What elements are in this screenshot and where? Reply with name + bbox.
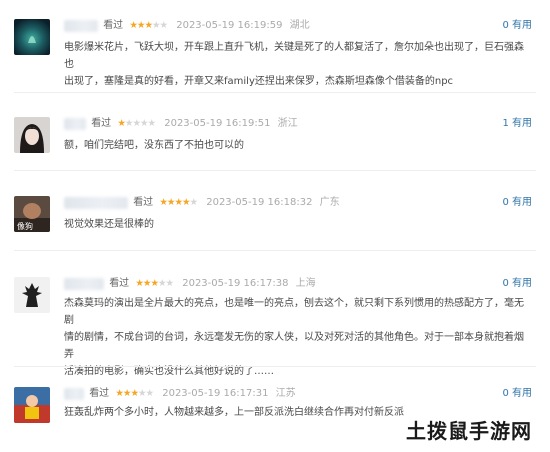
star-empty-icon: ★ bbox=[165, 278, 174, 289]
star-filled-icon: ★ bbox=[135, 278, 143, 289]
watched-label: 看过 bbox=[133, 197, 154, 208]
review-region: 广东 bbox=[319, 197, 340, 208]
useful-vote-link[interactable]: 0 有用 bbox=[502, 277, 532, 291]
rating-stars: ★★★★★ bbox=[135, 278, 174, 289]
review-text: 额，咱们完结吧，没东西了不拍也可以的 bbox=[64, 137, 530, 154]
star-empty-icon: ★ bbox=[189, 197, 198, 208]
star-filled-icon: ★ bbox=[181, 197, 190, 208]
review-region: 浙江 bbox=[277, 118, 298, 129]
review-text-line: 出现了，塞隆是真的好看，开章又来family还捏出来保罗，杰森斯坦森像个借装备的… bbox=[64, 76, 454, 87]
star-empty-icon: ★ bbox=[151, 20, 160, 31]
review-text-line: 杰森莫玛的演出是全片最大的亮点，也是唯一的亮点，刨去这个，就只剩下系列惯用的热感… bbox=[64, 298, 524, 326]
star-filled-icon: ★ bbox=[115, 388, 123, 399]
review-text: 杰森莫玛的演出是全片最大的亮点，也是唯一的亮点，刨去这个，就只剩下系列惯用的热感… bbox=[64, 295, 530, 380]
review-time: 2023-05-19 16:18:32 bbox=[206, 197, 313, 208]
review-time: 2023-05-19 16:17:31 bbox=[162, 388, 269, 399]
useful-vote-link[interactable]: 0 有用 bbox=[502, 19, 532, 33]
username-blurred[interactable] bbox=[64, 388, 84, 400]
review-region: 江苏 bbox=[275, 388, 296, 399]
avatar-image: 像狗 bbox=[14, 196, 50, 232]
useful-vote-link[interactable]: 0 有用 bbox=[502, 196, 532, 210]
avatar-image bbox=[14, 19, 50, 55]
review-text-line: 视觉效果还是很棒的 bbox=[64, 219, 154, 230]
username-blurred[interactable] bbox=[64, 118, 86, 130]
review-meta: 看过 ★★★★★ 2023-05-19 16:17:38 上海 bbox=[64, 277, 316, 291]
star-empty-icon: ★ bbox=[132, 118, 140, 129]
star-empty-icon: ★ bbox=[157, 278, 166, 289]
star-empty-icon: ★ bbox=[147, 118, 156, 129]
review-meta: 看过 ★★★★★ 2023-05-19 16:19:59 湖北 bbox=[64, 19, 310, 33]
avatar-image bbox=[14, 387, 50, 423]
avatar[interactable] bbox=[14, 277, 50, 313]
watermark: 土拨鼠手游网 bbox=[406, 419, 532, 443]
review-text: 视觉效果还是很棒的 bbox=[64, 216, 530, 233]
rating-stars: ★★★★★ bbox=[117, 118, 156, 129]
review-meta: 看过 ★★★★★ 2023-05-19 16:19:51 浙江 bbox=[64, 117, 298, 131]
username-blurred[interactable] bbox=[64, 197, 128, 209]
review-meta: 看过 ★★★★★ 2023-05-19 16:17:31 江苏 bbox=[64, 387, 296, 401]
star-empty-icon: ★ bbox=[137, 388, 146, 399]
star-filled-icon: ★ bbox=[117, 118, 125, 129]
review-text: 电影爆米花片，飞跃大坝，开车跟上直升飞机，关键是死了的人都复活了，詹尔加朵也出现… bbox=[64, 39, 530, 90]
star-empty-icon: ★ bbox=[159, 20, 168, 31]
review-meta: 看过 ★★★★★ 2023-05-19 16:18:32 广东 bbox=[64, 196, 340, 210]
divider bbox=[14, 170, 536, 171]
star-empty-icon: ★ bbox=[139, 118, 148, 129]
review-text-line: 电影爆米花片，飞跃大坝，开车跟上直升飞机，关键是死了的人都复活了，詹尔加朵也出现… bbox=[64, 42, 524, 70]
star-filled-icon: ★ bbox=[174, 197, 182, 208]
divider bbox=[14, 366, 536, 367]
watched-label: 看过 bbox=[109, 278, 130, 289]
rating-stars: ★★★★★ bbox=[159, 197, 198, 208]
useful-vote-link[interactable]: 0 有用 bbox=[502, 387, 532, 401]
rating-stars: ★★★★★ bbox=[129, 20, 168, 31]
watched-label: 看过 bbox=[91, 118, 112, 129]
avatar[interactable] bbox=[14, 117, 50, 153]
review-time: 2023-05-19 16:19:51 bbox=[164, 118, 271, 129]
review-region: 湖北 bbox=[289, 20, 310, 31]
useful-vote-link[interactable]: 1 有用 bbox=[502, 117, 532, 131]
review-time: 2023-05-19 16:17:38 bbox=[182, 278, 289, 289]
review-text-line: 额，咱们完结吧，没东西了不拍也可以的 bbox=[64, 140, 244, 151]
star-filled-icon: ★ bbox=[159, 197, 167, 208]
avatar[interactable] bbox=[14, 19, 50, 55]
divider bbox=[14, 92, 536, 93]
watched-label: 看过 bbox=[89, 388, 110, 399]
avatar[interactable]: 像狗 bbox=[14, 196, 50, 232]
rating-stars: ★★★★★ bbox=[115, 388, 154, 399]
star-empty-icon: ★ bbox=[145, 388, 154, 399]
star-filled-icon: ★ bbox=[144, 20, 152, 31]
username-blurred[interactable] bbox=[64, 20, 98, 32]
review-region: 上海 bbox=[295, 278, 316, 289]
avatar[interactable] bbox=[14, 387, 50, 423]
watched-label: 看过 bbox=[103, 20, 124, 31]
avatar-image bbox=[14, 277, 50, 313]
svg-text:像狗: 像狗 bbox=[17, 221, 33, 231]
review-time: 2023-05-19 16:19:59 bbox=[176, 20, 283, 31]
star-filled-icon: ★ bbox=[129, 20, 137, 31]
username-blurred[interactable] bbox=[64, 278, 104, 290]
review-text-line: 情的剧情，不成台词的台词，永远毫发无伤的家人侠，以及对死对活的其他角色。对于一部… bbox=[64, 332, 524, 360]
divider bbox=[14, 250, 536, 251]
star-filled-icon: ★ bbox=[130, 388, 138, 399]
star-filled-icon: ★ bbox=[150, 278, 158, 289]
avatar-image bbox=[14, 117, 50, 153]
